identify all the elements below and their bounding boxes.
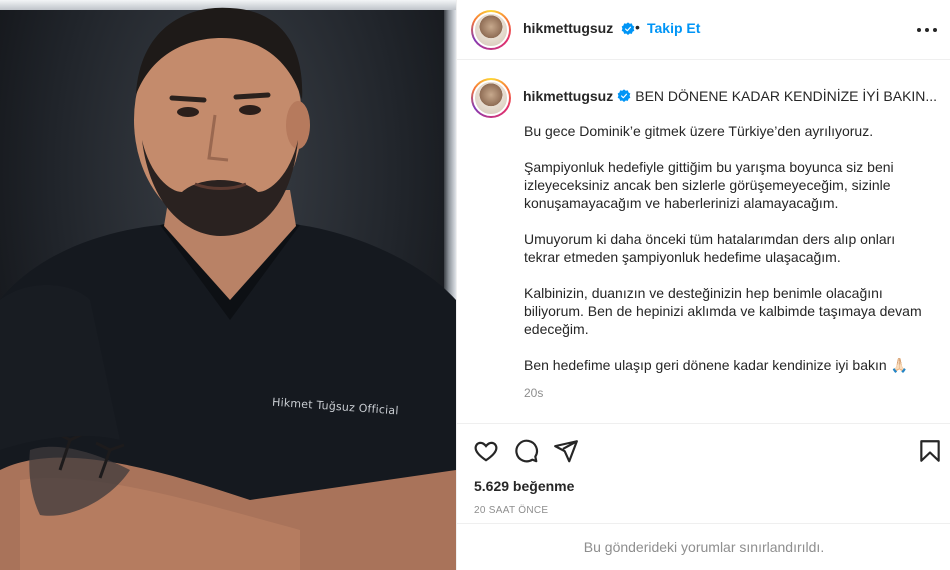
caption-paragraph: Kalbinizin, duanızın ve desteğinizin hep… [524,285,922,337]
caption-paragraph: Şampiyonluk hedefiyle gittiğim bu yarışm… [524,159,894,211]
heart-outline-icon[interactable] [473,438,499,464]
action-bar [457,423,950,475]
verified-badge-icon [613,88,631,104]
more-horizontal-icon[interactable] [915,20,939,40]
caption-first-line: BEN DÖNENE KADAR KENDİNİZE İYİ BAKIN... [635,88,938,104]
comments-limited-notice: Bu gönderideki yorumlar sınırlandırıldı. [457,523,950,570]
caption-paragraph: Umuyorum ki daha önceki tüm hatalarımdan… [524,231,896,265]
caption-paragraph: Ben hedefime ulaşıp geri dönene kadar ke… [524,357,909,373]
post-photo[interactable]: Hikmet Tuğsuz Official [0,0,456,570]
avatar[interactable] [471,10,511,50]
comment-bubble-icon[interactable] [513,438,539,464]
caption-timestamp: 20s [524,386,544,400]
paper-plane-icon[interactable] [553,438,579,464]
header-separator: • [635,19,640,35]
likes-count[interactable]: 5.629 beğenme [474,478,574,494]
caption-avatar[interactable] [471,78,511,118]
caption-paragraph: Bu gece Dominik’e gitmek üzere Türkiye’d… [524,123,874,139]
caption-username[interactable]: hikmettugsuz [523,88,613,104]
caption-section: hikmettugsuz BEN DÖNENE KADAR KENDİNİZE İ… [457,61,950,423]
bookmark-outline-icon[interactable] [917,438,943,464]
caption-header: hikmettugsuz BEN DÖNENE KADAR KENDİNİZE İ… [523,88,943,104]
header-username[interactable]: hikmettugsuz [523,20,613,36]
post-timestamp[interactable]: 20 SAAT ÖNCE [474,505,548,516]
portrait-illustration [0,7,456,570]
post-header: hikmettugsuz • Takip Et [457,0,950,60]
caption-body: Bu gece Dominik’e gitmek üzere Türkiye’d… [524,122,934,392]
post-side-panel: hikmettugsuz • Takip Et hikmettugsuz BEN … [456,0,950,570]
follow-button[interactable]: Takip Et [647,20,700,36]
verified-badge-icon [617,21,635,39]
